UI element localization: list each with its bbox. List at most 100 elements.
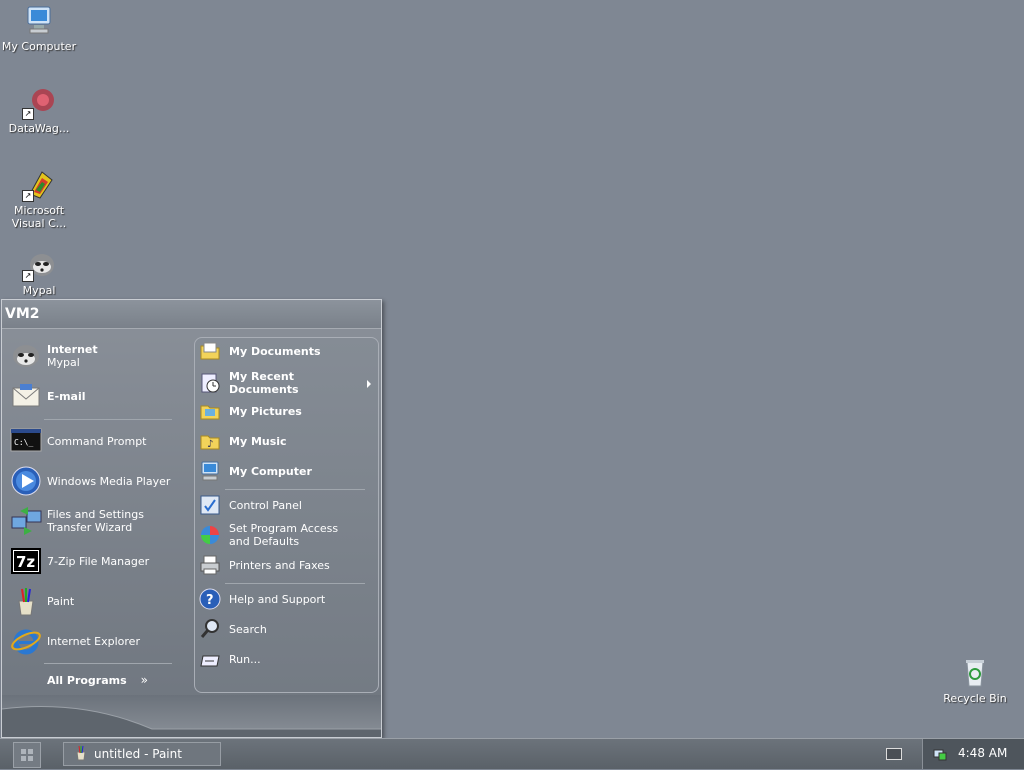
all-programs-label: All Programs [47,673,127,687]
divider [44,663,172,664]
desktop-icon-label: DataWag... [8,122,70,135]
place-label: My Recent Documents [229,370,299,396]
setting-program-access[interactable]: Set Program Access and Defaults [199,522,375,548]
desktop-icon-label: Mypal [22,284,56,297]
network-icon[interactable] [933,747,947,764]
help-and-support[interactable]: ? Help and Support [199,588,375,610]
keyboard-icon[interactable] [886,748,902,760]
all-programs-button[interactable]: All Programs » [47,673,148,687]
taskbar: untitled - Paint [0,738,1024,769]
taskbar-button-label: untitled - Paint [94,747,182,761]
email-icon [10,380,42,412]
desktop-icon-mypal[interactable]: ↗ Mypal [1,248,77,297]
datawag-icon: ↗ [22,86,56,120]
help-label: Help and Support [229,592,326,606]
svg-text:?: ? [206,593,214,608]
recent-command-prompt[interactable]: C:\_ Command Prompt [10,425,188,457]
setting-printers[interactable]: Printers and Faxes [199,554,375,576]
place-my-music[interactable]: ♪ My Music [199,430,375,452]
divider [225,489,365,490]
recent-7zip[interactable]: 7z 7-Zip File Manager [10,545,188,577]
run[interactable]: Run... [199,648,375,670]
setting-label: Printers and Faxes [229,558,330,572]
setting-label: Set Program Access and Defaults [229,522,339,548]
recent-media-player[interactable]: Windows Media Player [10,465,188,497]
recycle-bin-icon [958,656,992,690]
recent-transfer-wizard[interactable]: Files and Settings Transfer Wizard [10,505,188,537]
place-my-documents[interactable]: My Documents [199,340,375,362]
recent-internet-explorer[interactable]: Internet Explorer [10,625,188,657]
run-icon [199,648,221,670]
control-panel-icon [199,494,221,516]
computer-icon [199,460,221,482]
folder-icon: ♪ [199,430,221,452]
desktop-icon-visual-c[interactable]: ↗ Microsoft Visual C... [1,168,77,230]
desktop-icon-recycle-bin[interactable]: Recycle Bin [937,656,1013,705]
desktop-icon-label: My Computer [1,40,77,53]
pinned-title: Internet [47,343,98,356]
double-arrow-icon: » [140,673,149,687]
ie-icon [10,625,42,657]
place-my-recent-documents[interactable]: My Recent Documents [199,370,375,396]
recent-label: 7-Zip File Manager [47,554,150,568]
svg-text:♪: ♪ [207,439,213,450]
mypal-icon [10,340,42,372]
place-label: My Music [229,434,287,448]
desktop-icon-label: Recycle Bin [943,692,1007,705]
recent-paint[interactable]: Paint [10,585,188,617]
shortcut-arrow-icon: ↗ [22,190,34,202]
taskbar-button-paint[interactable]: untitled - Paint [63,742,221,766]
recent-label: Paint [47,594,75,608]
pinned-subtitle: Mypal [47,356,80,369]
svg-text:7z: 7z [16,553,35,571]
clock[interactable]: 4:48 AM [958,746,1007,760]
program-access-icon [199,524,221,546]
folder-icon [199,340,221,362]
media-player-icon [10,465,42,497]
search-icon [199,618,221,640]
svg-text:C:\_: C:\_ [14,438,33,447]
folder-icon [199,400,221,422]
start-button[interactable] [13,742,41,768]
desktop-icon-datawag[interactable]: ↗ DataWag... [1,86,77,135]
shortcut-arrow-icon: ↗ [22,108,34,120]
place-label: My Pictures [229,404,302,418]
place-my-computer[interactable]: My Computer [199,460,375,482]
setting-control-panel[interactable]: Control Panel [199,494,375,516]
paint-icon [74,745,88,764]
setting-label: Control Panel [229,498,302,512]
recent-label: Files and Settings Transfer Wizard [47,508,144,534]
help-label: Search [229,622,267,636]
search[interactable]: Search [199,618,375,640]
start-menu-header: VM2 [2,300,381,329]
recent-label: Command Prompt [47,434,147,448]
place-my-pictures[interactable]: My Pictures [199,400,375,422]
command-prompt-icon: C:\_ [10,425,42,457]
recent-documents-icon [199,372,221,394]
paint-icon [10,585,42,617]
help-icon: ? [199,588,221,610]
visual-c-icon: ↗ [22,168,56,202]
submenu-arrow-icon [367,380,371,388]
mypal-icon: ↗ [22,248,56,282]
computer-icon [22,4,56,38]
start-menu: VM2 Internet Mypal E-mail C:\_ Command P… [1,299,382,738]
printer-icon [199,554,221,576]
pinned-email[interactable]: E-mail [10,380,188,412]
divider [44,419,172,420]
divider [225,583,365,584]
transfer-wizard-icon [10,505,42,537]
pinned-internet[interactable]: Internet Mypal [10,340,188,372]
7zip-icon: 7z [10,545,42,577]
desktop-icon-my-computer[interactable]: My Computer [1,4,77,53]
recent-label: Windows Media Player [47,474,171,488]
start-menu-places-pane: My Documents My Recent Documents My Pict… [194,337,379,693]
start-menu-footer [2,695,381,737]
desktop-icon-label: Microsoft Visual C... [11,204,67,230]
pinned-title: E-mail [47,389,86,403]
shortcut-arrow-icon: ↗ [22,270,34,282]
user-name: VM2 [5,306,40,322]
help-label: Run... [229,652,261,666]
start-menu-programs-pane: Internet Mypal E-mail C:\_ Command Promp… [2,330,192,690]
place-label: My Documents [229,344,321,358]
